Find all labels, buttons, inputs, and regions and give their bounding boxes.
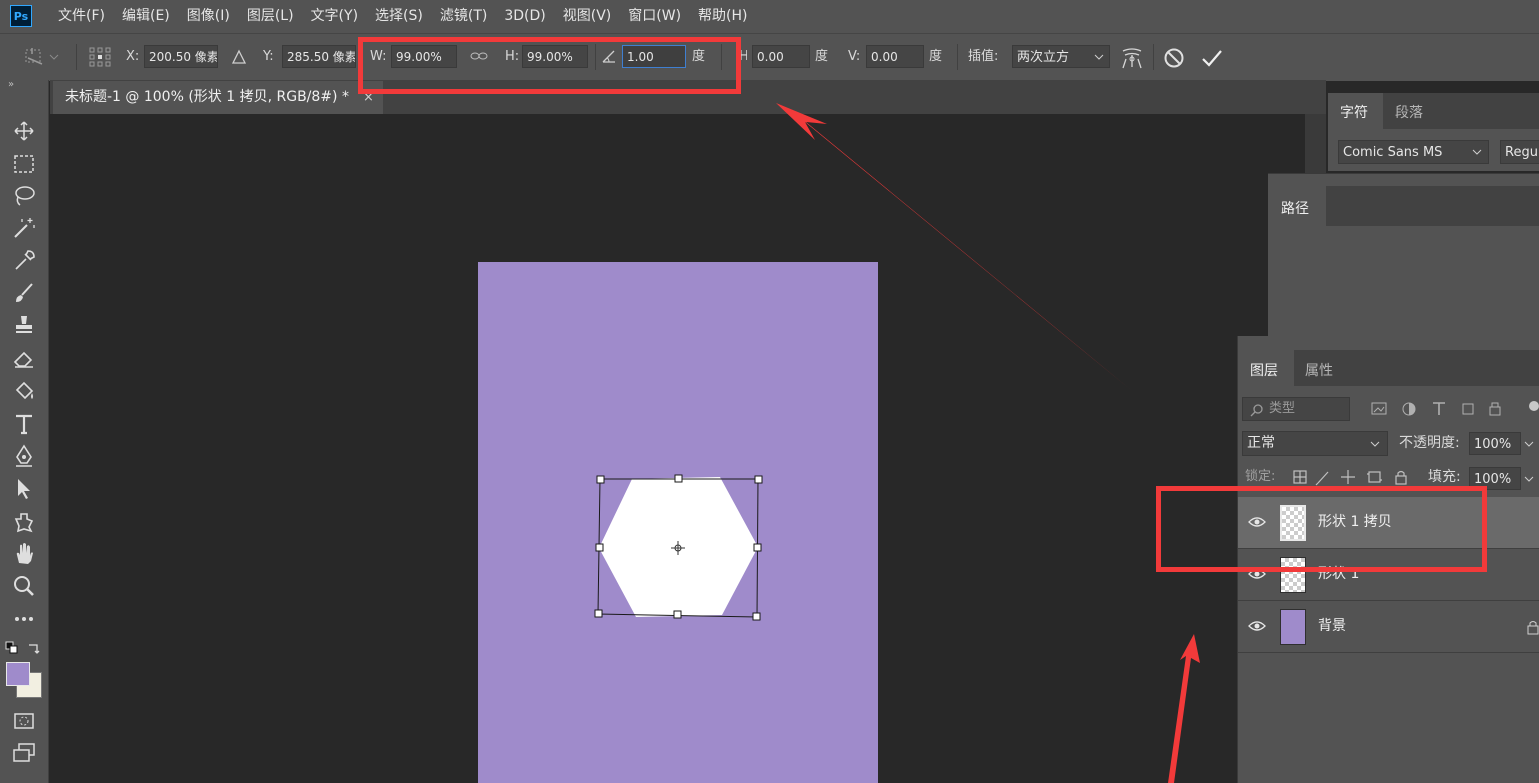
arrow-to-layers — [1168, 634, 1200, 783]
annotation-arrows — [776, 103, 1200, 783]
arrow-to-options-bar — [776, 103, 1131, 390]
